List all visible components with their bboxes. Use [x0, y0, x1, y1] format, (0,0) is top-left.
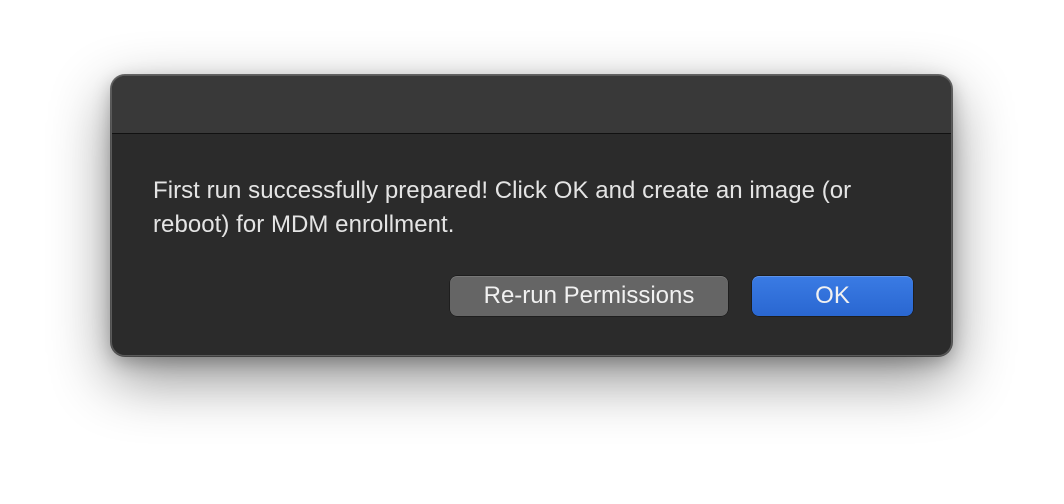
dialog-titlebar[interactable]	[112, 76, 951, 134]
dialog-message: First run successfully prepared! Click O…	[153, 177, 852, 238]
ok-button[interactable]: OK	[752, 276, 913, 316]
rerun-permissions-button[interactable]: Re-run Permissions	[450, 276, 728, 316]
alert-dialog: First run successfully prepared! Click O…	[111, 75, 952, 356]
screen: First run successfully prepared! Click O…	[0, 0, 1064, 504]
